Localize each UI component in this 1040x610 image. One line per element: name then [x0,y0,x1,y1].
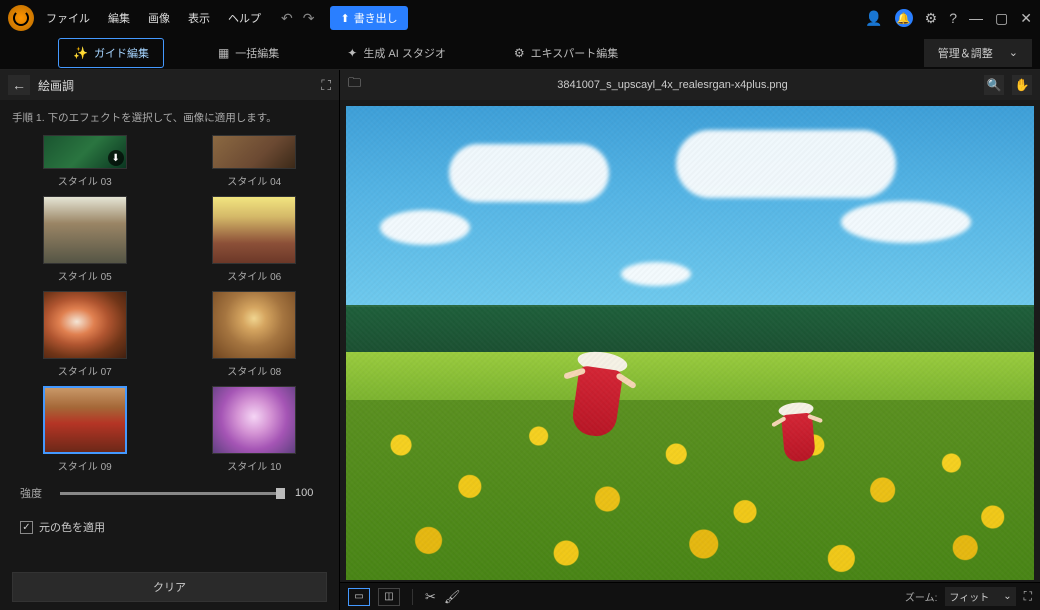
maximize-icon[interactable]: ▢ [995,10,1008,27]
strength-slider[interactable] [60,492,285,495]
manage-label: 管理＆調整 [938,45,993,61]
main-area: ← 絵画調 ⛶ 手順 1. 下のエフェクトを選択して、画像に適用します。 ⬇ ス… [0,70,1040,610]
canvas-area: 🗀 3841007_s_upscayl_4x_realesrgan-x4plus… [340,70,1040,610]
strength-label: 強度 [20,485,50,501]
canvas-footer: ▭ ◫ ✂ 🖌 ズーム: フィット ⌄ ⛶ [340,582,1040,610]
upload-icon: ⬆ [340,12,349,25]
tab-expert-label: エキスパート編集 [531,45,619,61]
minimize-icon[interactable]: — [969,10,983,26]
style-thumb [43,196,127,264]
style-label: スタイル 08 [227,363,281,378]
export-button[interactable]: ⬆ 書き出し [330,6,407,30]
filename-label: 3841007_s_upscayl_4x_realesrgan-x4plus.p… [369,79,976,91]
magnifier-icon[interactable]: 🔍 [984,75,1004,95]
chevron-down-icon: ⌄ [1009,46,1018,59]
style-label: スタイル 04 [227,173,281,188]
style-label: スタイル 05 [58,268,112,283]
folder-icon[interactable]: 🗀 [348,74,361,96]
wand-icon: ✨ [73,46,88,60]
grid-icon: ▦ [218,46,229,60]
instruction-text: 手順 1. 下のエフェクトを選択して、画像に適用します。 [0,100,339,135]
help-icon[interactable]: ? [949,10,957,26]
styles-grid: ⬇ スタイル 03 スタイル 04 スタイル 05 スタイル 06 スタイル 0… [0,135,339,473]
tab-guide-label: ガイド編集 [94,45,149,61]
close-icon[interactable]: ✕ [1020,10,1032,27]
strength-value: 100 [295,487,319,499]
history-buttons: ↶ ↷ [281,10,314,27]
style-thumb-selected [43,386,127,454]
export-label: 書き出し [354,10,398,26]
style-item-10[interactable]: スタイル 10 [190,386,320,473]
tab-ai-studio[interactable]: ✦ 生成 AI スタジオ [333,39,460,67]
checkbox-checked[interactable]: ✓ [20,521,33,534]
style-item-03[interactable]: ⬇ スタイル 03 [20,135,150,188]
main-menu: ファイル 編集 画像 表示 ヘルプ [46,10,261,26]
view-single-button[interactable]: ▭ [348,588,370,606]
redo-icon[interactable]: ↷ [303,10,315,27]
notification-icon[interactable]: 🔔 [895,9,913,27]
mode-tabbar: ✨ ガイド編集 ▦ 一括編集 ✦ 生成 AI スタジオ ⚙ エキスパート編集 管… [0,36,1040,70]
strength-slider-row: 強度 100 [0,473,339,513]
style-label: スタイル 06 [227,268,281,283]
menu-file[interactable]: ファイル [46,10,90,26]
menu-image[interactable]: 画像 [148,10,170,26]
app-logo [8,5,34,31]
tab-guide-edit[interactable]: ✨ ガイド編集 [58,38,164,68]
style-thumb: ⬇ [43,135,127,169]
chevron-down-icon: ⌄ [1003,591,1011,602]
user-icon[interactable]: 👤 [865,10,882,27]
style-label: スタイル 07 [58,363,112,378]
view-split-button[interactable]: ◫ [378,588,400,606]
tab-batch-label: 一括編集 [235,45,279,61]
tab-ai-label: 生成 AI スタジオ [363,45,446,61]
style-label: スタイル 03 [58,173,112,188]
sliders-icon: ⚙ [514,46,525,60]
zoom-value: フィット [949,589,989,604]
style-item-04[interactable]: スタイル 04 [190,135,320,188]
manage-button[interactable]: 管理＆調整 ⌄ [924,39,1032,67]
menu-view[interactable]: 表示 [188,10,210,26]
style-thumb [212,386,296,454]
canvas-header: 🗀 3841007_s_upscayl_4x_realesrgan-x4plus… [340,70,1040,100]
menu-help[interactable]: ヘルプ [228,10,261,26]
expand-icon[interactable]: ⛶ [321,77,331,94]
zoom-select[interactable]: フィット ⌄ [945,587,1015,606]
zoom-label: ズーム: [905,589,937,604]
crop-icon[interactable]: ✂ [425,589,436,605]
gear-icon[interactable]: ⚙ [925,10,938,27]
titlebar-right: 👤 🔔 ⚙ ? — ▢ ✕ [865,9,1032,27]
apply-color-row[interactable]: ✓ 元の色を適用 [0,513,339,541]
back-icon[interactable]: ← [8,75,30,95]
clear-button[interactable]: クリア [12,572,327,602]
style-thumb [43,291,127,359]
brush-icon[interactable]: 🖌 [444,589,461,605]
style-label: スタイル 10 [227,458,281,473]
apply-color-label: 元の色を適用 [39,519,105,535]
style-thumb [212,196,296,264]
hand-icon[interactable]: ✋ [1012,75,1032,95]
tab-batch-edit[interactable]: ▦ 一括編集 [204,39,293,67]
style-item-07[interactable]: スタイル 07 [20,291,150,378]
undo-icon[interactable]: ↶ [281,10,293,27]
menu-edit[interactable]: 編集 [108,10,130,26]
style-item-09[interactable]: スタイル 09 [20,386,150,473]
sidebar: ← 絵画調 ⛶ 手順 1. 下のエフェクトを選択して、画像に適用します。 ⬇ ス… [0,70,340,610]
canvas-preview[interactable] [346,106,1034,580]
style-label: スタイル 09 [58,458,112,473]
style-item-06[interactable]: スタイル 06 [190,196,320,283]
style-thumb [212,135,296,169]
tab-expert-edit[interactable]: ⚙ エキスパート編集 [500,39,632,67]
fullscreen-icon[interactable]: ⛶ [1024,589,1032,604]
style-item-08[interactable]: スタイル 08 [190,291,320,378]
sparkle-icon: ✦ [347,46,357,60]
sidebar-title: 絵画調 [38,77,313,94]
style-thumb [212,291,296,359]
download-icon: ⬇ [108,150,124,166]
sidebar-header: ← 絵画調 ⛶ [0,70,339,100]
slider-thumb[interactable] [276,488,285,499]
titlebar: ファイル 編集 画像 表示 ヘルプ ↶ ↷ ⬆ 書き出し 👤 🔔 ⚙ ? — ▢… [0,0,1040,36]
style-item-05[interactable]: スタイル 05 [20,196,150,283]
